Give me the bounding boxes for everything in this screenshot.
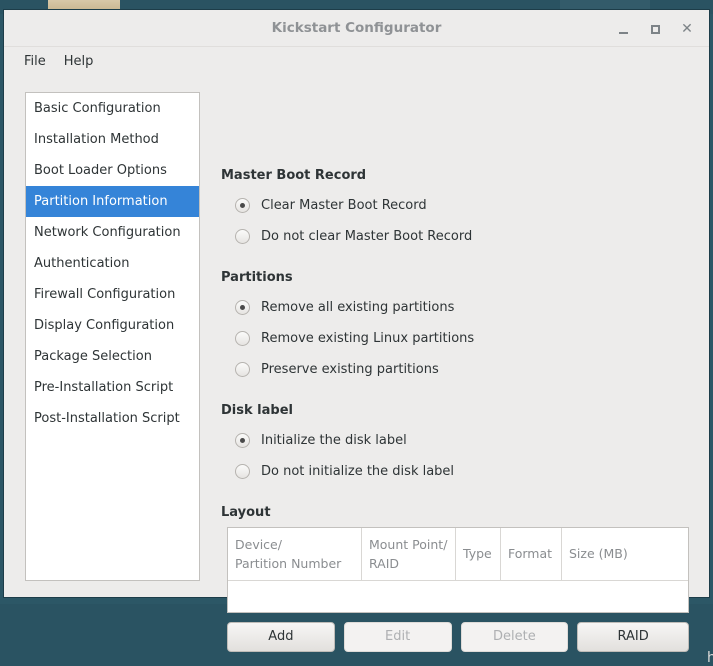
radio-label: Clear Master Boot Record (261, 198, 427, 213)
radio-initialize-the-disk-label[interactable]: Initialize the disk label (235, 430, 705, 451)
window-content: Basic ConfigurationInstallation MethodBo… (4, 75, 709, 597)
radio-icon (235, 229, 250, 244)
radio-clear-master-boot-record[interactable]: Clear Master Boot Record (235, 195, 705, 216)
radio-icon (235, 362, 250, 377)
menubar: File Help (4, 47, 709, 75)
kickstart-configurator-window: Kickstart Configurator ✕ File Help Basic… (3, 9, 710, 598)
minimize-icon[interactable] (613, 19, 633, 39)
radio-remove-all-existing-partitions[interactable]: Remove all existing partitions (235, 297, 705, 318)
radio-label: Do not clear Master Boot Record (261, 229, 472, 244)
sidebar-item-basic-configuration[interactable]: Basic Configuration (26, 93, 199, 124)
titlebar: Kickstart Configurator ✕ (4, 10, 709, 47)
radio-icon (235, 464, 250, 479)
radio-preserve-existing-partitions[interactable]: Preserve existing partitions (235, 359, 705, 380)
table-header-row: Device/ Partition Number Mount Point/ RA… (228, 528, 688, 581)
edit-button: Edit (344, 622, 452, 652)
sidebar-item-firewall-configuration[interactable]: Firewall Configuration (26, 279, 199, 310)
sidebar-item-network-configuration[interactable]: Network Configuration (26, 217, 199, 248)
radio-label: Do not initialize the disk label (261, 464, 454, 479)
watermark: https://blog.csdn.net/potizo (707, 650, 713, 666)
radio-label: Remove all existing partitions (261, 300, 454, 315)
layout-button-row: Add Edit Delete RAID (227, 622, 689, 652)
maximize-glyph (651, 25, 660, 34)
sidebar-item-partition-information[interactable]: Partition Information (26, 186, 199, 217)
section-title-layout: Layout (221, 505, 271, 520)
table-body[interactable] (228, 581, 688, 612)
radio-do-not-clear-master-boot-record[interactable]: Do not clear Master Boot Record (235, 226, 705, 247)
sidebar-item-installation-method[interactable]: Installation Method (26, 124, 199, 155)
raid-button[interactable]: RAID (577, 622, 689, 652)
radio-icon (235, 433, 250, 448)
close-icon[interactable]: ✕ (677, 19, 697, 39)
radio-icon (235, 198, 250, 213)
radio-label: Preserve existing partitions (261, 362, 439, 377)
section-title-master-boot-record: Master Boot Record (221, 168, 366, 183)
radio-remove-existing-linux-partitions[interactable]: Remove existing Linux partitions (235, 328, 705, 349)
radio-icon (235, 300, 250, 315)
sidebar-item-pre-installation-script[interactable]: Pre-Installation Script (26, 372, 199, 403)
column-header-format[interactable]: Format (501, 528, 562, 580)
sidebar-item-boot-loader-options[interactable]: Boot Loader Options (26, 155, 199, 186)
layout-table[interactable]: Device/ Partition Number Mount Point/ RA… (227, 527, 689, 613)
section-title-partitions: Partitions (221, 270, 293, 285)
partition-information-panel: Master Boot Record Clear Master Boot Rec… (220, 75, 700, 597)
sidebar-item-display-configuration[interactable]: Display Configuration (26, 310, 199, 341)
add-button[interactable]: Add (227, 622, 335, 652)
radio-icon (235, 331, 250, 346)
column-header-type[interactable]: Type (456, 528, 501, 580)
sidebar-item-authentication[interactable]: Authentication (26, 248, 199, 279)
radio-label: Initialize the disk label (261, 433, 407, 448)
minimize-glyph (619, 32, 628, 34)
delete-button: Delete (461, 622, 569, 652)
maximize-icon[interactable] (645, 19, 665, 39)
menu-item-help[interactable]: Help (55, 51, 103, 72)
column-header-device-partition-number[interactable]: Device/ Partition Number (228, 528, 362, 580)
section-title-disk-label: Disk label (221, 403, 293, 418)
window-title: Kickstart Configurator (4, 20, 709, 36)
radio-label: Remove existing Linux partitions (261, 331, 474, 346)
sidebar-item-post-installation-script[interactable]: Post-Installation Script (26, 403, 199, 434)
column-header-mount-point-raid[interactable]: Mount Point/ RAID (362, 528, 456, 580)
column-header-size-mb[interactable]: Size (MB) (562, 528, 688, 580)
menu-item-file[interactable]: File (15, 51, 55, 72)
radio-do-not-initialize-the-disk-label[interactable]: Do not initialize the disk label (235, 461, 705, 482)
sidebar-item-package-selection[interactable]: Package Selection (26, 341, 199, 372)
navigation-sidebar[interactable]: Basic ConfigurationInstallation MethodBo… (25, 92, 200, 581)
